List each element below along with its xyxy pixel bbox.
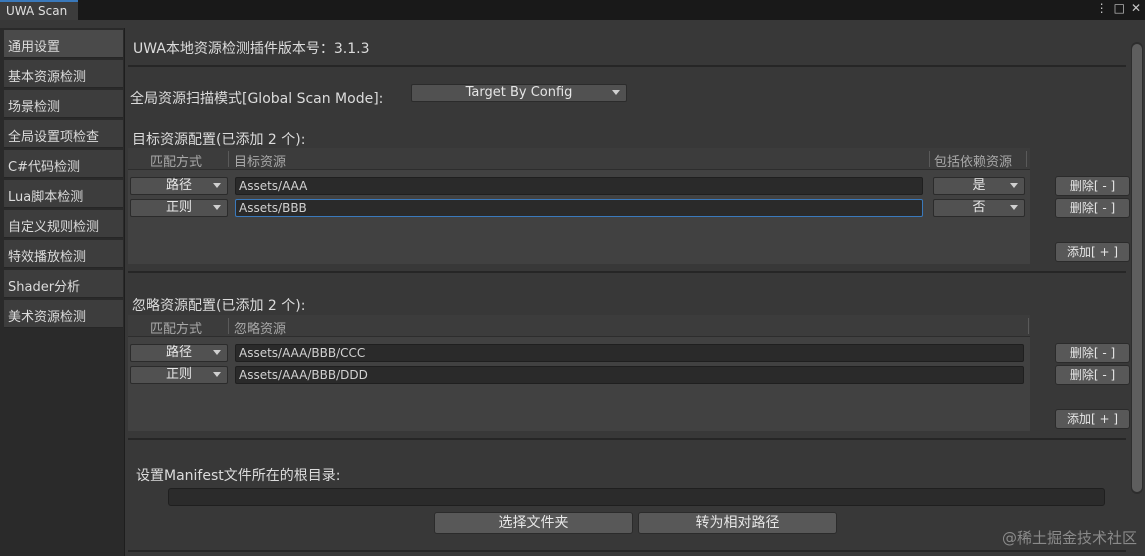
column-separator[interactable] xyxy=(929,151,930,167)
target-header-deps: 包括依赖资源 xyxy=(934,155,1013,170)
ignore-add-button[interactable]: 添加[ + ] xyxy=(1055,409,1130,429)
ignore-row-1-match: 路径 xyxy=(165,345,192,360)
ignore-row-2-match: 正则 xyxy=(165,367,192,382)
sidebar-item-shader[interactable]: Shader分析 xyxy=(4,270,123,298)
target-row-1-deps-dropdown[interactable]: 是 xyxy=(933,177,1025,195)
divider xyxy=(128,438,1126,440)
ignore-row-2-match-dropdown[interactable]: 正则 xyxy=(130,366,228,384)
scan-mode-dropdown[interactable]: Target By Config xyxy=(411,84,627,102)
target-row-2-match-dropdown[interactable]: 正则 xyxy=(130,199,228,217)
sidebar-item-scene[interactable]: 场景检测 xyxy=(4,90,123,118)
sidebar-item-basic-assets[interactable]: 基本资源检测 xyxy=(4,60,123,88)
chevron-down-icon xyxy=(213,372,221,377)
main-panel: UWA本地资源检测插件版本号：3.1.3 全局资源扫描模式[Global Sca… xyxy=(126,28,1145,556)
target-add-button[interactable]: 添加[ + ] xyxy=(1055,242,1130,262)
window-controls: ⋮ □ ✕ xyxy=(1096,1,1141,15)
choose-folder-button[interactable]: 选择文件夹 xyxy=(434,512,633,534)
scan-mode-label: 全局资源扫描模式[Global Scan Mode]: xyxy=(130,91,384,107)
sidebar-item-art-assets[interactable]: 美术资源检测 xyxy=(4,300,123,328)
target-row-2-delete-button[interactable]: 删除[ - ] xyxy=(1055,198,1130,218)
target-row-1-path-input[interactable]: Assets/AAA xyxy=(235,177,923,195)
sidebar-item-global-settings[interactable]: 全局设置项检查 xyxy=(4,120,123,148)
target-row-1-delete-button[interactable]: 删除[ - ] xyxy=(1055,176,1130,196)
sidebar-item-custom-rules[interactable]: 自定义规则检测 xyxy=(4,210,123,238)
chevron-down-icon xyxy=(213,183,221,188)
target-row-1-match: 路径 xyxy=(165,178,192,193)
sidebar-item-effects[interactable]: 特效播放检测 xyxy=(4,240,123,268)
column-separator[interactable] xyxy=(228,318,229,334)
divider xyxy=(128,271,1126,273)
chevron-down-icon xyxy=(213,350,221,355)
target-row-2-deps: 否 xyxy=(972,200,986,215)
target-row-1-deps: 是 xyxy=(972,178,986,193)
sidebar-item-csharp[interactable]: C#代码检测 xyxy=(4,150,123,178)
divider xyxy=(128,65,1126,67)
target-row-2-deps-dropdown[interactable]: 否 xyxy=(933,199,1025,217)
target-header-path: 目标资源 xyxy=(234,155,287,170)
sidebar-item-lua[interactable]: Lua脚本检测 xyxy=(4,180,123,208)
column-separator[interactable] xyxy=(228,151,229,167)
ignore-header-match: 匹配方式 xyxy=(150,322,203,337)
target-row-2-path-input[interactable]: Assets/BBB xyxy=(235,199,923,217)
ignore-row-2-path-input[interactable]: Assets/AAA/BBB/DDD xyxy=(235,366,1024,384)
ignore-row-1-match-dropdown[interactable]: 路径 xyxy=(130,344,228,362)
version-label: UWA本地资源检测插件版本号：3.1.3 xyxy=(133,41,370,57)
chevron-down-icon xyxy=(612,90,620,95)
maximize-icon[interactable]: □ xyxy=(1114,1,1125,15)
sidebar: 通用设置 基本资源检测 场景检测 全局设置项检查 C#代码检测 Lua脚本检测 … xyxy=(0,28,125,556)
vertical-scrollbar[interactable] xyxy=(1131,42,1143,494)
target-row-2-match: 正则 xyxy=(165,200,192,215)
kebab-menu-icon[interactable]: ⋮ xyxy=(1096,1,1108,15)
watermark: @稀土掘金技术社区 xyxy=(1001,529,1137,547)
window-tab[interactable]: UWA Scan xyxy=(0,0,78,20)
column-separator[interactable] xyxy=(1026,151,1027,167)
target-section-title: 目标资源配置(已添加 2 个): xyxy=(132,132,306,148)
manifest-label: 设置Manifest文件所在的根目录: xyxy=(136,468,341,484)
target-row-1-match-dropdown[interactable]: 路径 xyxy=(130,177,228,195)
ignore-row-1-path-input[interactable]: Assets/AAA/BBB/CCC xyxy=(235,344,1024,362)
scan-mode-value: Target By Config xyxy=(465,85,573,100)
target-header-match: 匹配方式 xyxy=(150,155,203,170)
ignore-header-path: 忽略资源 xyxy=(234,322,287,337)
chevron-down-icon xyxy=(213,205,221,210)
scrollbar-thumb[interactable] xyxy=(1132,44,1142,492)
manifest-path-field[interactable] xyxy=(168,488,1105,506)
chevron-down-icon xyxy=(1010,183,1018,188)
close-icon[interactable]: ✕ xyxy=(1131,1,1141,15)
column-separator[interactable] xyxy=(1028,318,1029,334)
ignore-row-1-delete-button[interactable]: 删除[ - ] xyxy=(1055,343,1130,363)
relative-path-button[interactable]: 转为相对路径 xyxy=(638,512,837,534)
sidebar-item-general[interactable]: 通用设置 xyxy=(4,30,123,58)
divider xyxy=(128,550,1126,552)
window-titlebar: UWA Scan ⋮ □ ✕ xyxy=(0,0,1145,20)
ignore-row-2-delete-button[interactable]: 删除[ - ] xyxy=(1055,365,1130,385)
ignore-section-title: 忽略资源配置(已添加 2 个): xyxy=(132,298,306,314)
chevron-down-icon xyxy=(1010,205,1018,210)
